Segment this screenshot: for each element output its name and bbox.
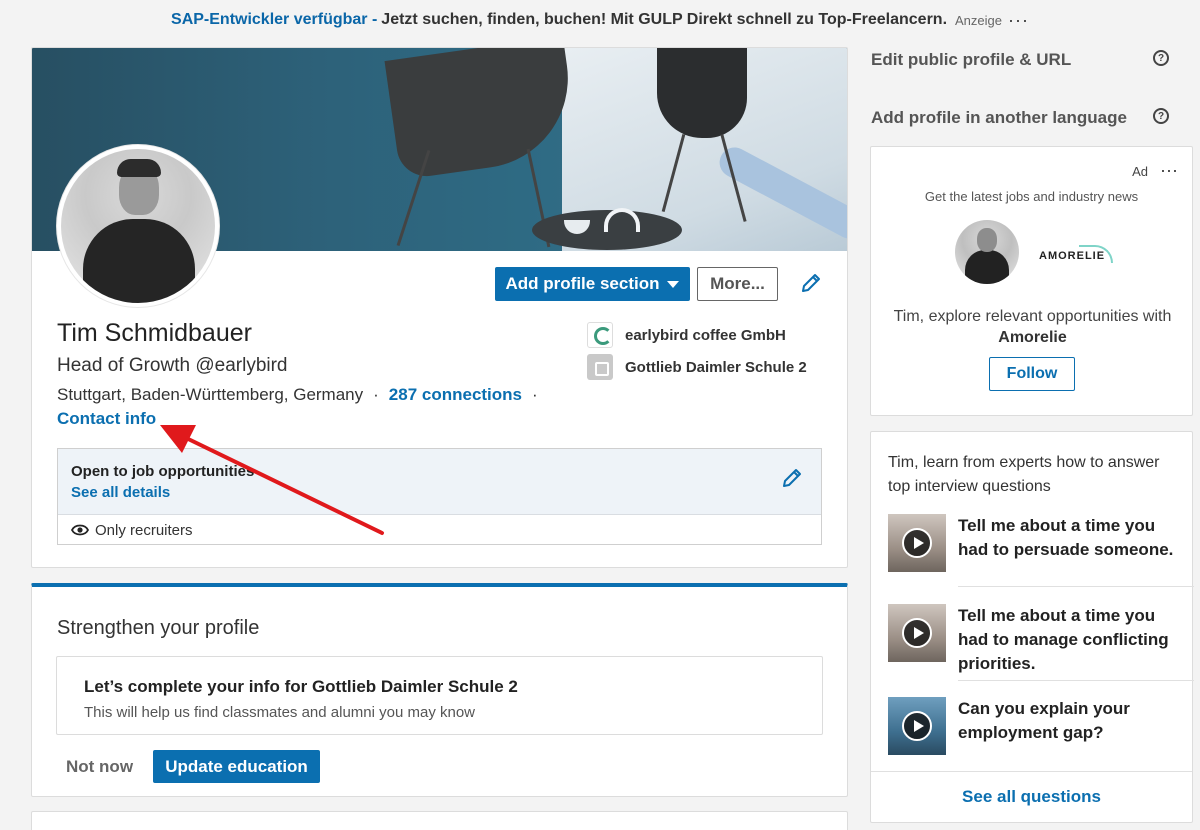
questions-intro: Tim, learn from experts how to answer to… [888, 454, 1160, 495]
next-section-card [31, 811, 848, 830]
question-text[interactable]: Can you explain your employment gap? [958, 697, 1188, 745]
edit-pencil-icon[interactable] [799, 271, 823, 295]
contact-info-link[interactable]: Contact info [57, 409, 156, 429]
question-text[interactable]: Tell me about a time you had to persuade… [958, 514, 1188, 562]
see-all-questions-link[interactable]: See all questions [871, 787, 1192, 807]
visibility-text: Only recruiters [95, 521, 193, 539]
company-name: earlybird coffee GmbH [625, 326, 786, 344]
video-thumbnail[interactable] [888, 697, 946, 755]
profile-headline: Head of Growth @earlybird [57, 355, 288, 376]
ad-message-brand: Amorelie [998, 329, 1067, 346]
ad-user-avatar [955, 220, 1019, 284]
help-icon[interactable]: ? [1153, 50, 1169, 66]
strengthen-profile-card: Strengthen your profile Let’s complete y… [31, 583, 848, 797]
follow-button[interactable]: Follow [989, 357, 1075, 391]
profile-avatar[interactable] [57, 145, 219, 307]
ad-subtitle: Get the latest jobs and industry news [924, 189, 1139, 204]
video-thumbnail[interactable] [888, 604, 946, 662]
question-text[interactable]: Tell me about a time you had to manage c… [958, 604, 1188, 676]
ad-more-icon[interactable]: ··· [1160, 160, 1178, 181]
visibility-row: Only recruiters [58, 515, 821, 545]
caret-down-icon [667, 280, 680, 288]
profile-location-line: Stuttgart, Baden-Württemberg, Germany · … [57, 385, 538, 405]
separator-dot: · [532, 385, 538, 404]
complete-info-box: Let’s complete your info for Gottlieb Da… [56, 656, 823, 735]
connections-link[interactable]: 287 connections [389, 385, 522, 405]
strengthen-title: Strengthen your profile [57, 617, 260, 639]
eye-icon [71, 524, 89, 536]
video-thumbnail[interactable] [888, 514, 946, 572]
sponsored-ad-card: Ad ··· Get the latest jobs and industry … [870, 146, 1193, 416]
school-logo-icon [587, 354, 613, 380]
ad-message-text: Tim, explore relevant opportunities with [893, 308, 1172, 325]
top-ad-text[interactable]: Jetzt suchen, finden, buchen! Mit GULP D… [381, 11, 947, 29]
add-profile-section-label: Add profile section [505, 274, 660, 293]
complete-info-subtitle: This will help us find classmates and al… [84, 704, 476, 721]
top-ad-more-icon[interactable]: ··· [1008, 10, 1029, 31]
complete-info-title: Let’s complete your info for Gottlieb Da… [84, 677, 518, 696]
add-profile-section-button[interactable]: Add profile section [495, 267, 690, 301]
play-icon [902, 618, 932, 648]
help-icon[interactable]: ? [1153, 108, 1169, 124]
divider [871, 771, 1192, 772]
open-to-work-box: Open to job opportunities See all detail… [57, 448, 822, 545]
company-entry[interactable]: earlybird coffee GmbH [587, 322, 786, 348]
open-to-work-title: Open to job opportunities [71, 463, 255, 480]
separator-dot: · [373, 385, 379, 404]
see-all-details-link[interactable]: See all details [71, 484, 170, 501]
edit-pencil-icon[interactable] [780, 466, 804, 490]
profile-name: Tim Schmidbauer [57, 319, 252, 347]
company-logo-icon [587, 322, 613, 348]
interview-questions-card: Tim, learn from experts how to answer to… [870, 431, 1194, 823]
top-ad-link[interactable]: SAP-Entwickler verfügbar - [171, 11, 377, 29]
divider [958, 586, 1194, 587]
ad-message: Tim, explore relevant opportunities with… [891, 306, 1174, 348]
top-ad-banner[interactable]: SAP-Entwickler verfügbar - Jetzt suchen,… [0, 0, 1200, 40]
play-icon [902, 711, 932, 741]
update-education-button[interactable]: Update education [153, 750, 320, 783]
more-button[interactable]: More... [697, 267, 778, 301]
not-now-button[interactable]: Not now [66, 757, 133, 777]
profile-location: Stuttgart, Baden-Württemberg, Germany [57, 385, 364, 404]
top-ad-tag: Anzeige [955, 12, 1002, 28]
edit-public-profile-link[interactable]: Edit public profile & URL [871, 50, 1071, 70]
ad-label: Ad [1132, 164, 1148, 179]
profile-card: Add profile section More... Tim Schmidba… [31, 47, 848, 568]
divider [958, 680, 1194, 681]
school-entry[interactable]: Gottlieb Daimler Schule 2 [587, 354, 807, 380]
ad-brand-swoosh-icon [1079, 245, 1113, 263]
add-language-profile-link[interactable]: Add profile in another language [871, 108, 1127, 128]
play-icon [902, 528, 932, 558]
school-name: Gottlieb Daimler Schule 2 [625, 358, 807, 376]
